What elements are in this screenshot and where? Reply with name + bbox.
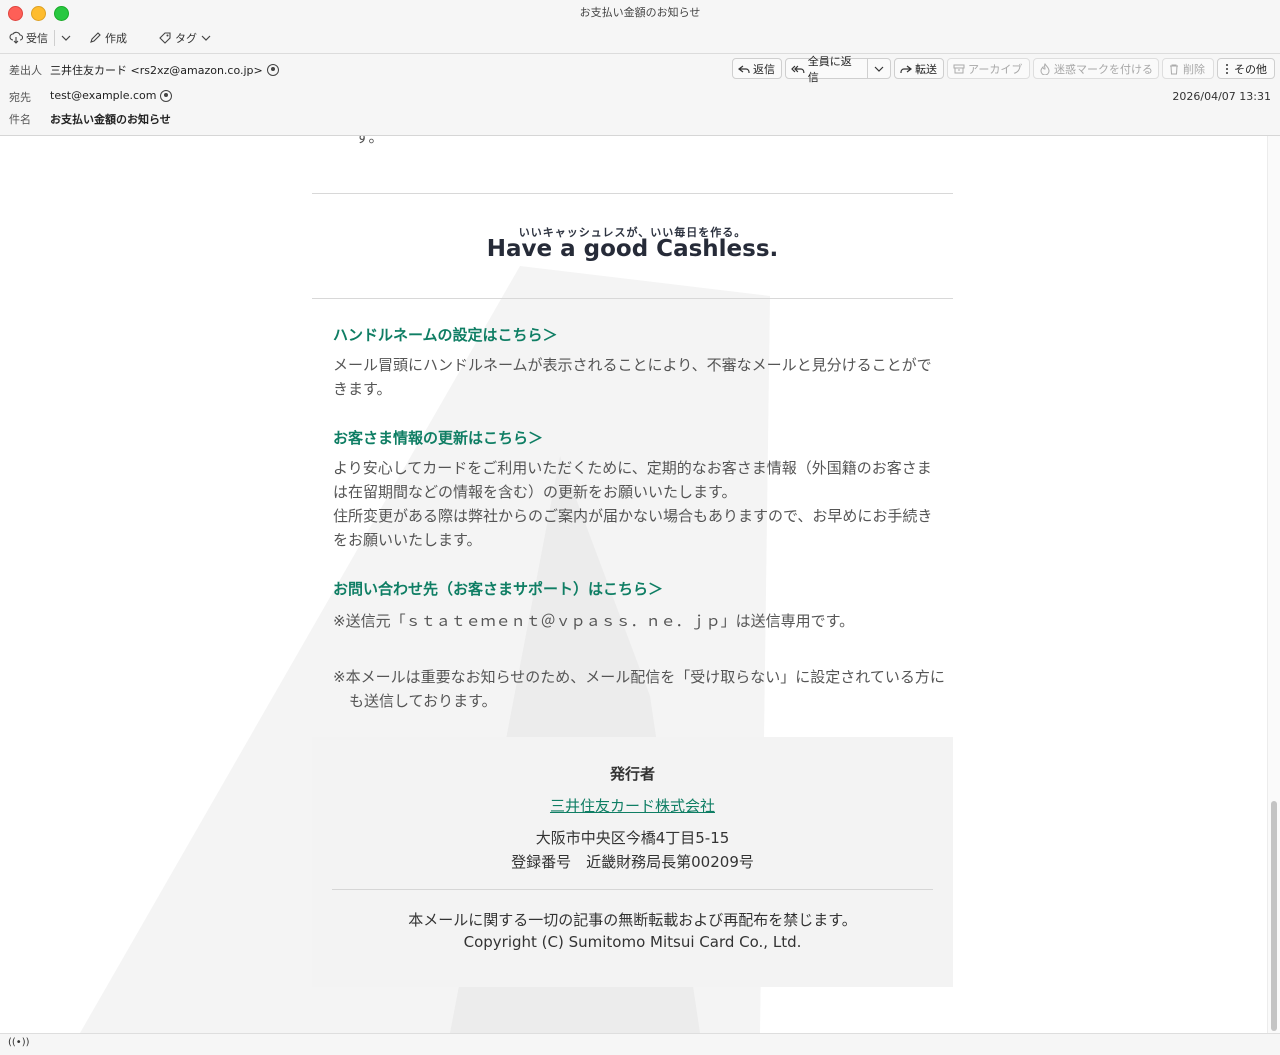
chevron-down-icon: [201, 35, 211, 41]
chevron-down-icon: [874, 66, 884, 72]
registration-number: 登録番号 近畿財務局長第00209号: [511, 853, 754, 871]
more-vertical-icon: [1226, 63, 1228, 74]
company-address: 大阪市中央区今橋4丁目5-15: [535, 829, 730, 847]
subject-label: 件名: [9, 113, 31, 126]
compose-label: 作成: [105, 32, 127, 45]
from-value: 三井住友カード <rs2xz@amazon.co.jp>: [50, 64, 263, 77]
archive-icon: [953, 64, 965, 73]
contact-icon[interactable]: [266, 64, 279, 76]
toolbar-divider: [54, 30, 55, 46]
junk-label: 迷惑マークを付ける: [1054, 62, 1153, 76]
from-label: 差出人: [9, 64, 42, 77]
get-messages-menu-button[interactable]: [60, 29, 72, 47]
delete-button[interactable]: 削除: [1162, 58, 1214, 79]
connection-status-icon[interactable]: ((•)): [8, 1037, 30, 1048]
company-link-wrap: 三井住友カード株式会社: [312, 795, 953, 816]
scrollbar-thumb[interactable]: [1271, 801, 1277, 1031]
window-title: お支払い金額のお知らせ: [579, 6, 701, 19]
message-date: 2026/04/07 13:31: [1172, 90, 1271, 103]
forward-button[interactable]: 転送: [894, 58, 944, 79]
trash-icon: [1170, 64, 1178, 74]
chevron-down-icon: [61, 35, 71, 41]
handle-name-settings-link[interactable]: ハンドルネームの設定はこちら＞: [333, 324, 558, 345]
compose-button[interactable]: 作成: [88, 29, 127, 47]
reply-all-icon: [791, 65, 805, 73]
disclaimer-text: 本メールに関する一切の記事の無断転載および再配布を禁じます。: [408, 911, 857, 929]
get-messages-label: 受信: [26, 32, 48, 45]
more-label: その他: [1234, 62, 1267, 76]
reply-label: 返信: [753, 62, 775, 76]
more-button[interactable]: その他: [1217, 58, 1275, 79]
reply-all-label: 全員に返信: [807, 54, 852, 84]
copyright-text: Copyright (C) Sumitomo Mitsui Card Co., …: [463, 933, 802, 951]
download-cloud-icon: [9, 31, 23, 44]
customer-info-update-link[interactable]: お客さま情報の更新はこちら＞: [333, 427, 543, 448]
handle-name-description: メール冒頭にハンドルネームが表示されることにより、不審なメールと見分けることがで…: [333, 356, 932, 398]
reply-button[interactable]: 返信: [732, 58, 782, 79]
address-change-description: 住所変更がある際は弊社からのご案内が届かない場合もありますので、お早めにお手続き…: [333, 507, 933, 549]
to-value: test@example.com: [50, 89, 157, 102]
reply-all-menu-button[interactable]: [867, 58, 891, 79]
message-body[interactable]: す。 いいキャッシュレスが、いい毎日を作る。 Have a good Cashl…: [0, 136, 1268, 1033]
archive-button[interactable]: アーカイブ: [947, 58, 1030, 79]
flame-icon: [1040, 62, 1050, 75]
forward-label: 転送: [915, 62, 937, 76]
banner-logo-text: Have a good Cashless.: [486, 236, 779, 262]
reply-all-button[interactable]: 全員に返信: [785, 55, 868, 84]
archive-label: アーカイブ: [968, 62, 1023, 76]
footer-divider: [332, 889, 933, 890]
divider: [312, 193, 953, 194]
pencil-icon: [90, 32, 101, 43]
subject-value: お支払い金額のお知らせ: [50, 113, 171, 126]
footer: 発行者 三井住友カード株式会社 大阪市中央区今橋4丁目5-15 登録番号 近畿財…: [312, 737, 953, 987]
to-field[interactable]: test@example.com: [50, 89, 173, 102]
main-toolbar: 受信 作成 タグ: [0, 24, 1280, 54]
junk-button[interactable]: 迷惑マークを付ける: [1033, 58, 1159, 79]
contact-icon[interactable]: [160, 89, 173, 102]
tag-label: タグ: [175, 32, 197, 45]
truncated-text: す。: [355, 136, 384, 146]
publisher-label: 発行者: [609, 765, 655, 783]
company-link[interactable]: 三井住友カード株式会社: [550, 797, 715, 815]
delete-label: 削除: [1183, 62, 1205, 76]
sender-only-note: ※送信元「ｓｔａｔｅｍｅｎｔ＠ｖｐａｓｓ．ｎｅ．ｊｐ」は送信専用です。: [333, 612, 855, 630]
to-label: 宛先: [9, 91, 31, 104]
tag-icon: [159, 32, 171, 44]
reply-icon: [738, 65, 750, 73]
vertical-scrollbar[interactable]: [1267, 136, 1280, 1033]
message-header: 差出人 三井住友カード <rs2xz@amazon.co.jp> 返信 全員に返…: [0, 54, 1280, 136]
status-bar: ((•)): [0, 1033, 1280, 1055]
tag-button[interactable]: タグ: [158, 29, 212, 47]
customer-support-link[interactable]: お問い合わせ先（お客さまサポート）はこちら＞: [333, 578, 663, 599]
title-bar: お支払い金額のお知らせ: [0, 0, 1280, 24]
important-notice-note: ※本メールは重要なお知らせのため、メール配信を「受け取らない」に設定されている方…: [333, 668, 945, 710]
forward-icon: [900, 65, 912, 73]
customer-info-description: より安心してカードをご利用いただくために、定期的なお客さま情報（外国籍のお客さま…: [333, 459, 932, 501]
get-messages-button[interactable]: 受信: [9, 29, 48, 47]
divider: [312, 298, 953, 299]
from-field[interactable]: 三井住友カード <rs2xz@amazon.co.jp>: [50, 62, 279, 78]
